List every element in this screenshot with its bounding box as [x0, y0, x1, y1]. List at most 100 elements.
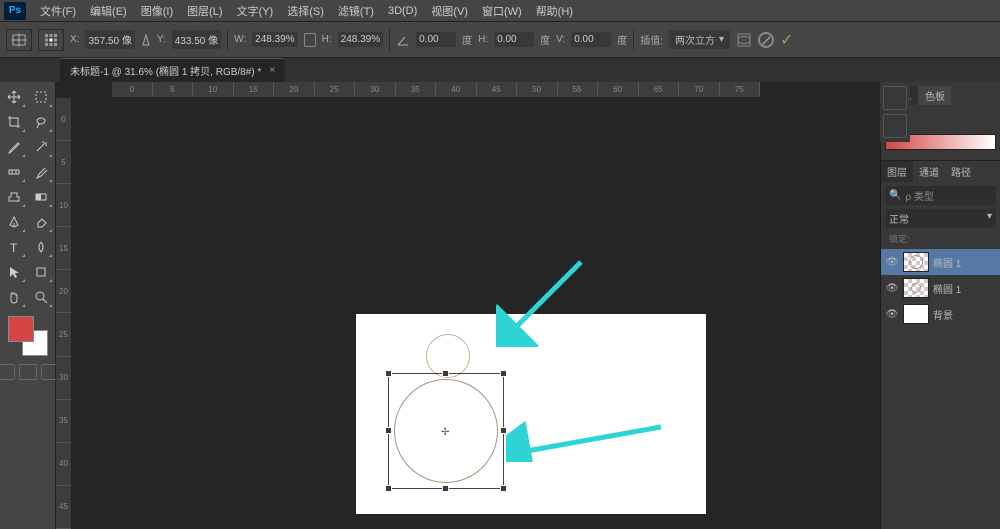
separator — [389, 29, 390, 51]
path-select-tool[interactable] — [2, 261, 26, 283]
chevron-down-icon: ▾ — [719, 34, 724, 45]
canvas-area[interactable]: 051015202530354045505560657075 051015202… — [56, 82, 880, 529]
healing-brush-tool[interactable] — [2, 161, 26, 183]
marquee-tool[interactable] — [29, 86, 53, 108]
layer-thumbnail[interactable] — [903, 252, 929, 272]
angle-value[interactable]: 0.00 — [416, 32, 456, 47]
properties-panel-icon[interactable] — [883, 114, 907, 138]
commit-transform-icon[interactable]: ✓ — [780, 30, 793, 50]
layer-thumbnail[interactable] — [903, 304, 929, 324]
quick-mask-icon[interactable] — [0, 364, 15, 380]
document-tab-title: 未标题-1 @ 31.6% (椭圆 1 拷贝, RGB/8#) * — [70, 63, 261, 78]
layer-row[interactable]: 👁 椭圆 1 — [881, 249, 1000, 275]
reference-point-icon[interactable] — [38, 29, 64, 51]
blend-mode-dropdown[interactable]: 正常▾ — [885, 209, 996, 228]
channels-tab[interactable]: 通道 — [913, 161, 945, 182]
deg-label: 度 — [462, 32, 472, 47]
menu-type[interactable]: 文字(Y) — [231, 1, 280, 21]
blur-tool[interactable] — [29, 236, 53, 258]
transform-handle[interactable] — [385, 427, 392, 434]
crop-tool[interactable] — [2, 111, 26, 133]
gradient-tool[interactable] — [29, 186, 53, 208]
y-value[interactable]: 433.50 像 — [172, 30, 221, 49]
magic-wand-tool[interactable] — [29, 136, 53, 158]
separator — [633, 29, 634, 51]
ruler-tick: 35 — [396, 82, 437, 97]
swatches-tab[interactable]: 色板 — [919, 86, 951, 105]
paths-tab[interactable]: 路径 — [945, 161, 977, 182]
warp-icon[interactable] — [736, 32, 752, 48]
history-panel-icon[interactable] — [883, 86, 907, 110]
layer-visibility-icon[interactable]: 👁 — [885, 283, 899, 294]
x-value[interactable]: 357.50 像 — [85, 30, 134, 49]
brush-tool[interactable] — [29, 161, 53, 183]
ruler-tick: 5 — [56, 141, 71, 184]
ruler-tick: 25 — [315, 82, 356, 97]
transform-center-icon[interactable] — [441, 426, 451, 436]
ruler-tick: 30 — [355, 82, 396, 97]
layer-filter[interactable]: 🔍ρ 类型 — [885, 186, 996, 205]
w-value[interactable]: 248.39% — [252, 32, 297, 47]
h-value[interactable]: 248.39% — [338, 32, 383, 47]
eraser-tool[interactable] — [29, 211, 53, 233]
menu-image[interactable]: 图像(I) — [135, 1, 179, 21]
layer-row[interactable]: 👁 椭圆 1 — [881, 275, 1000, 301]
ruler-tick: 15 — [56, 227, 71, 270]
shape-tool[interactable] — [29, 261, 53, 283]
search-icon: 🔍 — [889, 190, 901, 201]
menu-view[interactable]: 视图(V) — [425, 1, 474, 21]
clone-stamp-tool[interactable] — [2, 186, 26, 208]
layer-thumbnail[interactable] — [903, 278, 929, 298]
transform-handle[interactable] — [500, 485, 507, 492]
deg-label: 度 — [540, 32, 550, 47]
menu-help[interactable]: 帮助(H) — [530, 1, 579, 21]
document-tab[interactable]: 未标题-1 @ 31.6% (椭圆 1 拷贝, RGB/8#) * × — [60, 58, 285, 82]
annotation-arrow — [506, 412, 666, 462]
right-panel-group: 颜色 色板 图层 通道 路径 🔍ρ 类型 正常▾ 锁定: 👁 椭圆 1 👁 — [880, 82, 1000, 529]
menu-filter[interactable]: 滤镜(T) — [332, 1, 380, 21]
menu-layer[interactable]: 图层(L) — [181, 1, 228, 21]
transform-handle[interactable] — [500, 370, 507, 377]
collapsed-panel-icons — [880, 82, 910, 142]
skew-h-value[interactable]: 0.00 — [494, 32, 534, 47]
transform-handle[interactable] — [442, 485, 449, 492]
skew-v-value[interactable]: 0.00 — [571, 32, 611, 47]
menu-file[interactable]: 文件(F) — [34, 1, 82, 21]
blend-mode-value: 正常 — [889, 211, 909, 226]
layer-name: 背景 — [933, 307, 953, 322]
layers-tab[interactable]: 图层 — [881, 161, 913, 182]
link-wh-icon[interactable] — [304, 33, 316, 47]
eyedropper-tool[interactable] — [2, 136, 26, 158]
cancel-transform-icon[interactable] — [758, 32, 774, 48]
transform-bounding-box[interactable] — [388, 373, 504, 489]
screen-mode-icon[interactable] — [19, 364, 37, 380]
menu-3d[interactable]: 3D(D) — [382, 3, 423, 19]
transform-handle[interactable] — [385, 370, 392, 377]
layer-visibility-icon[interactable]: 👁 — [885, 257, 899, 268]
pen-tool[interactable] — [2, 211, 26, 233]
horizontal-ruler: 051015202530354045505560657075 — [112, 82, 760, 98]
move-tool[interactable] — [2, 86, 26, 108]
transform-handle[interactable] — [442, 370, 449, 377]
annotation-arrow — [496, 257, 586, 347]
zoom-tool[interactable] — [29, 286, 53, 308]
menu-window[interactable]: 窗口(W) — [476, 1, 528, 21]
ruler-tick: 60 — [598, 82, 639, 97]
color-swatches[interactable] — [8, 316, 48, 356]
ruler-tick: 50 — [517, 82, 558, 97]
ruler-tick: 0 — [112, 82, 153, 97]
transform-handle[interactable] — [385, 485, 392, 492]
layer-row[interactable]: 👁 背景 — [881, 301, 1000, 327]
menu-edit[interactable]: 编辑(E) — [84, 1, 133, 21]
hand-tool[interactable] — [2, 286, 26, 308]
layer-visibility-icon[interactable]: 👁 — [885, 309, 899, 320]
type-tool[interactable]: T — [2, 236, 26, 258]
lasso-tool[interactable] — [29, 111, 53, 133]
interpolation-dropdown[interactable]: 两次立方▾ — [669, 30, 730, 49]
close-tab-icon[interactable]: × — [269, 65, 275, 76]
angle-icon — [396, 33, 410, 47]
foreground-color-swatch[interactable] — [8, 316, 34, 342]
interp-label: 插值: — [640, 32, 663, 47]
deg-label: 度 — [617, 32, 627, 47]
menu-select[interactable]: 选择(S) — [281, 1, 330, 21]
